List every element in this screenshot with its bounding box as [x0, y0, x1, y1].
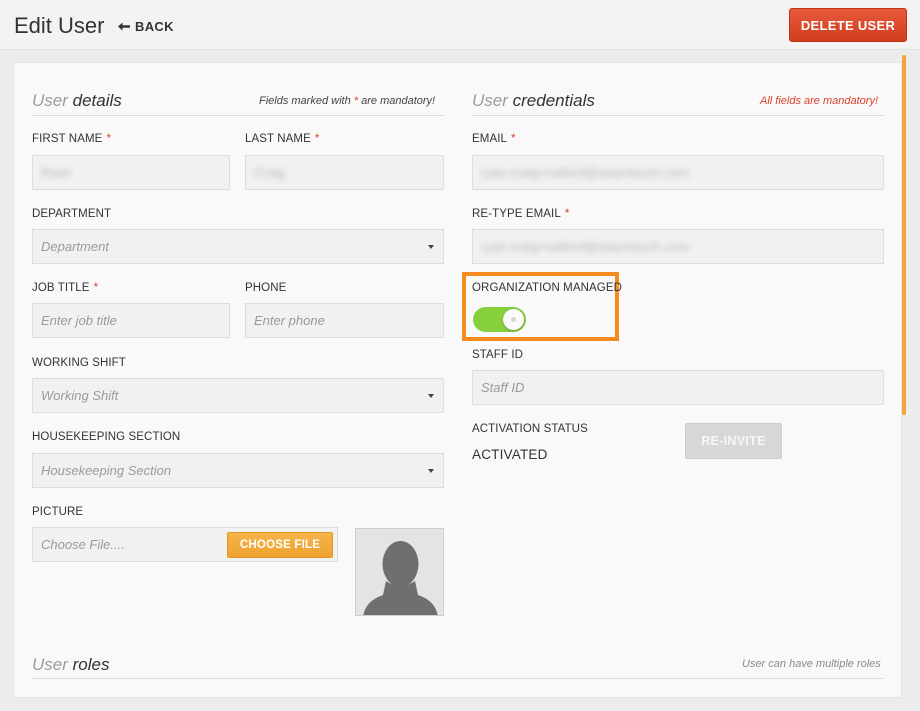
- label-text: LAST NAME: [245, 133, 311, 145]
- title-light: User: [32, 655, 68, 674]
- staff-id-label: STAFF ID: [472, 349, 524, 361]
- delete-user-button[interactable]: DELETE USER: [789, 8, 907, 42]
- user-credentials-title: User credentials: [472, 91, 595, 111]
- arrow-left-icon: [118, 22, 130, 31]
- department-label: DEPARTMENT: [32, 208, 112, 220]
- working-shift-placeholder: Working Shift: [41, 388, 119, 403]
- last-name-value: Craig: [254, 165, 286, 180]
- avatar: [355, 528, 444, 616]
- label-text: EMAIL: [472, 133, 508, 145]
- working-shift-select[interactable]: Working Shift: [32, 378, 444, 413]
- staff-id-input[interactable]: [472, 370, 884, 405]
- organization-managed-toggle[interactable]: [473, 307, 526, 332]
- title-bold: details: [72, 91, 122, 110]
- working-shift-label: WORKING SHIFT: [32, 357, 126, 369]
- housekeeping-section-select[interactable]: Housekeeping Section: [32, 453, 444, 488]
- label-text: RE-TYPE EMAIL: [472, 208, 561, 220]
- user-roles-title: User roles: [32, 655, 110, 675]
- required-mark: *: [314, 133, 320, 145]
- divider: [32, 678, 884, 679]
- activation-status-label: ACTIVATION STATUS: [472, 423, 588, 435]
- required-mark: *: [564, 208, 570, 220]
- housekeeping-section-label: HOUSEKEEPING SECTION: [32, 431, 181, 443]
- first-name-input[interactable]: Ryan: [32, 155, 230, 190]
- multiple-roles-note: User can have multiple roles: [742, 658, 881, 670]
- retype-email-label: RE-TYPE EMAIL *: [472, 208, 569, 220]
- job-title-input[interactable]: [32, 303, 230, 338]
- page-title: Edit User: [14, 13, 105, 38]
- phone-label: PHONE: [245, 282, 287, 294]
- label-text: FIRST NAME: [32, 133, 103, 145]
- picture-label: PICTURE: [32, 506, 84, 518]
- mandatory-note: Fields marked with * are mandatory!: [259, 95, 435, 107]
- email-value: ryan.craig+catbird@stayntouch.com: [481, 165, 689, 180]
- department-placeholder: Department: [41, 239, 109, 254]
- first-name-label: FIRST NAME *: [32, 133, 111, 145]
- first-name-value: Ryan: [41, 165, 72, 180]
- required-mark: *: [106, 133, 112, 145]
- person-silhouette-icon: [363, 541, 438, 615]
- toggle-knob: [503, 309, 524, 330]
- email-label: EMAIL *: [472, 133, 516, 145]
- job-title-label: JOB TITLE *: [32, 282, 98, 294]
- caret-down-icon: [428, 245, 434, 249]
- organization-managed-label: ORGANIZATION MANAGED: [472, 282, 623, 294]
- note-star: *: [353, 95, 359, 107]
- divider: [32, 115, 444, 116]
- retype-email-value: ryan.craig+catbird@stayntouch.com: [481, 239, 689, 254]
- title-light: User: [32, 91, 68, 110]
- department-select[interactable]: Department: [32, 229, 444, 264]
- housekeeping-section-placeholder: Housekeeping Section: [41, 463, 172, 478]
- caret-down-icon: [428, 394, 434, 398]
- required-mark: *: [511, 133, 516, 145]
- title-bold: roles: [72, 655, 110, 674]
- phone-input[interactable]: [245, 303, 444, 338]
- divider: [472, 115, 884, 116]
- scrollbar-thumb[interactable]: [902, 55, 906, 415]
- picture-placeholder: Choose File....: [41, 537, 125, 552]
- note-suffix: are mandatory!: [361, 95, 436, 107]
- title-light: User: [472, 91, 508, 110]
- title-bold: credentials: [512, 91, 595, 110]
- user-details-title: User details: [32, 91, 122, 111]
- retype-email-input[interactable]: ryan.craig+catbird@stayntouch.com: [472, 229, 884, 264]
- re-invite-button[interactable]: RE-INVITE: [685, 423, 782, 459]
- label-text: JOB TITLE: [32, 282, 90, 294]
- caret-down-icon: [428, 469, 434, 473]
- note-prefix: Fields marked with: [259, 95, 351, 107]
- last-name-input[interactable]: Craig: [245, 155, 444, 190]
- back-label: BACK: [135, 19, 174, 34]
- back-link[interactable]: BACK: [118, 19, 174, 34]
- all-mandatory-note: All fields are mandatory!: [760, 95, 878, 107]
- email-input[interactable]: ryan.craig+catbird@stayntouch.com: [472, 155, 884, 190]
- required-mark: *: [93, 282, 99, 294]
- top-bar: Edit User BACK DELETE USER: [0, 0, 920, 50]
- last-name-label: LAST NAME *: [245, 133, 319, 145]
- choose-file-button[interactable]: CHOOSE FILE: [227, 532, 333, 558]
- activation-status-value: ACTIVATED: [472, 447, 548, 462]
